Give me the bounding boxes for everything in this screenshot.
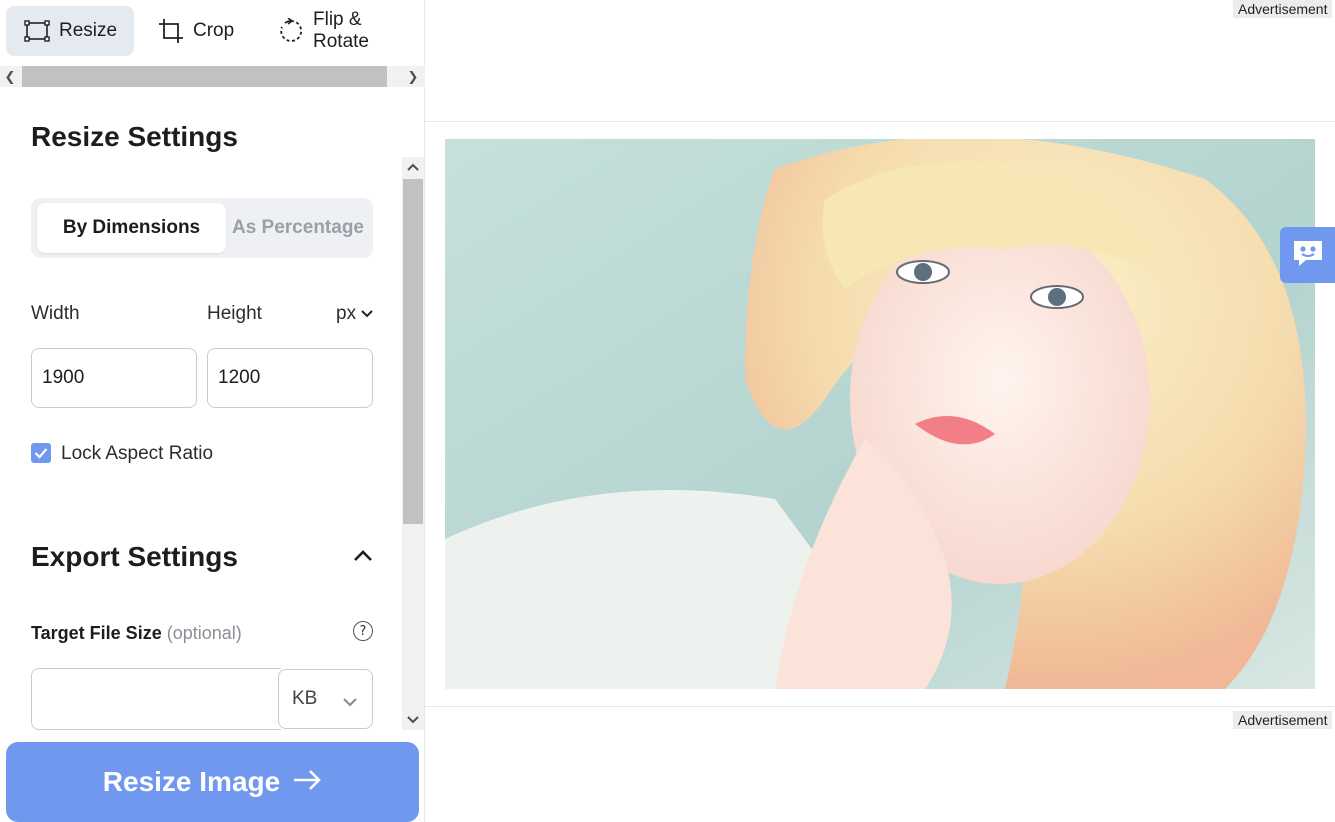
target-file-size-label: Target File Size bbox=[31, 623, 162, 643]
tool-tabs: Resize Crop Flip & Rotate bbox=[0, 0, 425, 62]
crop-icon bbox=[158, 18, 184, 44]
scrollbar-thumb[interactable] bbox=[22, 66, 387, 87]
tab-flip-rotate[interactable]: Flip & Rotate bbox=[260, 6, 425, 56]
target-file-size-input[interactable] bbox=[31, 668, 281, 730]
tab-flip-rotate-label: Flip & Rotate bbox=[313, 9, 369, 52]
unit-select-value: px bbox=[336, 303, 357, 324]
image-preview bbox=[445, 139, 1315, 689]
collapse-chevron-up-icon[interactable] bbox=[352, 548, 374, 569]
panel-vertical-scrollbar[interactable] bbox=[402, 157, 424, 730]
ad-label-bottom: Advertisement bbox=[1233, 711, 1333, 729]
height-label: Height bbox=[207, 303, 262, 324]
height-input-value: 1200 bbox=[218, 367, 261, 388]
resize-image-button[interactable]: Resize Image bbox=[6, 742, 419, 822]
divider bbox=[425, 706, 1335, 707]
resize-icon bbox=[24, 20, 50, 42]
tab-by-dimensions[interactable]: By Dimensions bbox=[37, 203, 226, 253]
lock-aspect-checkbox[interactable] bbox=[31, 443, 51, 463]
scroll-left-arrow-icon[interactable]: ❮ bbox=[0, 66, 20, 87]
divider bbox=[425, 121, 1335, 122]
scroll-up-arrow-icon[interactable] bbox=[402, 157, 424, 177]
tab-as-percentage[interactable]: As Percentage bbox=[228, 203, 368, 253]
scrollbar-thumb[interactable] bbox=[403, 179, 423, 524]
tab-crop[interactable]: Crop bbox=[140, 6, 252, 56]
resize-settings-title: Resize Settings bbox=[31, 121, 238, 152]
settings-panel: Resize Crop Flip & Rotate ❮ ❯ Resize Set… bbox=[0, 0, 425, 822]
size-unit-value: KB bbox=[292, 688, 318, 709]
rotate-icon bbox=[278, 18, 304, 44]
size-unit-select[interactable]: KB bbox=[278, 669, 373, 729]
export-settings-title: Export Settings bbox=[31, 541, 238, 572]
chevron-down-icon bbox=[342, 692, 358, 714]
width-label: Width bbox=[31, 303, 80, 324]
tab-resize[interactable]: Resize bbox=[6, 6, 134, 56]
width-input[interactable]: 1900 bbox=[31, 348, 197, 408]
resize-image-button-label: Resize Image bbox=[102, 766, 281, 797]
unit-select[interactable]: px bbox=[336, 303, 374, 325]
question-circle-icon[interactable]: ? bbox=[353, 621, 373, 641]
tab-crop-label: Crop bbox=[193, 20, 235, 41]
resize-mode-toggle: By Dimensions As Percentage bbox=[31, 198, 373, 258]
chat-bot-icon bbox=[1291, 238, 1325, 273]
arrow-right-icon bbox=[292, 766, 322, 798]
chat-widget-button[interactable] bbox=[1280, 227, 1335, 283]
scroll-down-arrow-icon[interactable] bbox=[402, 710, 424, 730]
toolbar-horizontal-scrollbar[interactable]: ❮ ❯ bbox=[0, 66, 425, 87]
tab-resize-label: Resize bbox=[59, 20, 118, 41]
portrait-photo bbox=[445, 139, 1315, 689]
width-input-value: 1900 bbox=[42, 367, 85, 388]
chevron-down-icon bbox=[360, 303, 374, 325]
lock-aspect-label[interactable]: Lock Aspect Ratio bbox=[61, 443, 213, 465]
target-file-size-label-row: Target File Size (optional) bbox=[31, 623, 242, 644]
scroll-right-arrow-icon[interactable]: ❯ bbox=[403, 66, 423, 87]
checkmark-icon bbox=[34, 448, 48, 459]
height-input[interactable]: 1200 bbox=[207, 348, 373, 408]
ad-label-top: Advertisement bbox=[1233, 0, 1333, 18]
optional-hint: (optional) bbox=[166, 623, 242, 643]
